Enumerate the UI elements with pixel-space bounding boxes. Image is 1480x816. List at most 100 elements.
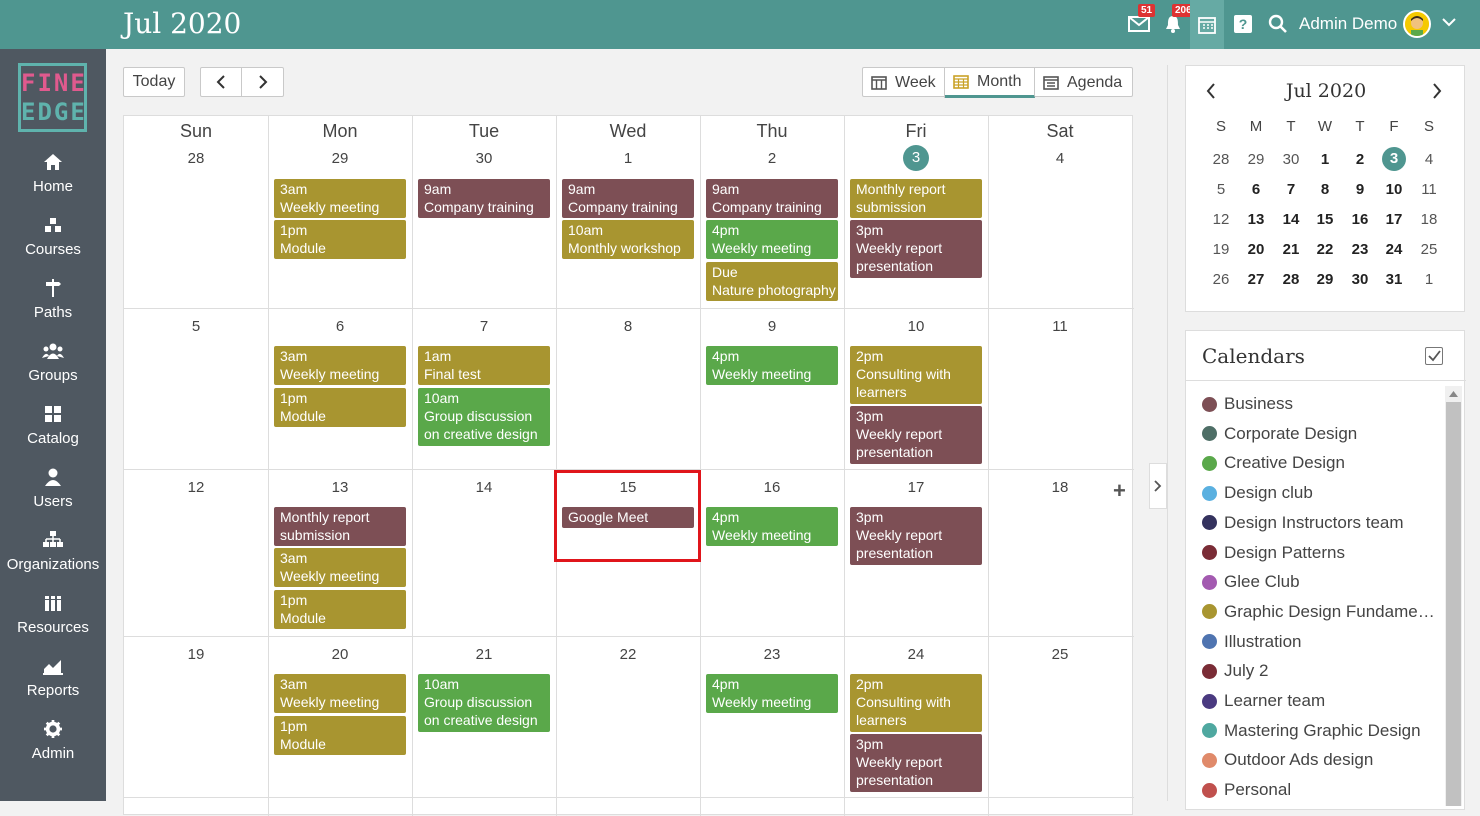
mini-day[interactable]: 24 <box>1377 241 1411 258</box>
day-number[interactable]: 12 <box>124 479 268 496</box>
calendar-event[interactable]: 1am Final test <box>418 346 550 385</box>
nav-item-reports[interactable]: Reports <box>0 657 106 717</box>
logo[interactable]: FINE EDGE <box>18 63 87 132</box>
mini-next-button[interactable] <box>1432 83 1442 104</box>
calendar-event[interactable]: 10am Group discussion on creative design <box>418 388 550 446</box>
calendar-list-item[interactable]: Creative Design <box>1202 451 1442 475</box>
mini-day[interactable]: 20 <box>1239 241 1273 258</box>
calendar-event[interactable]: Monthly report submission <box>274 507 406 546</box>
day-number[interactable]: 23 <box>700 646 844 663</box>
day-number[interactable]: 21 <box>412 646 556 663</box>
mini-day[interactable]: 12 <box>1204 211 1238 228</box>
mini-day[interactable]: 14 <box>1274 211 1308 228</box>
next-button[interactable] <box>242 68 283 96</box>
mini-day[interactable]: 29 <box>1308 271 1342 288</box>
mini-day[interactable]: 16 <box>1343 211 1377 228</box>
calendar-event[interactable]: 3am Weekly meeting <box>274 179 406 218</box>
select-all-checkbox[interactable] <box>1425 347 1443 365</box>
calendar-event[interactable]: 1pm Module <box>274 220 406 259</box>
prev-button[interactable] <box>201 68 243 96</box>
day-number[interactable]: 2 <box>700 150 844 167</box>
day-number[interactable]: 13 <box>268 479 412 496</box>
mini-day[interactable]: 4 <box>1412 151 1446 168</box>
calendar-list-item[interactable]: Business <box>1202 392 1442 416</box>
day-number[interactable]: 29 <box>268 150 412 167</box>
mini-day[interactable]: 11 <box>1412 181 1446 198</box>
week-view-button[interactable]: Week <box>863 68 945 98</box>
day-number[interactable]: 1 <box>556 150 700 167</box>
calendar-list-item[interactable]: Design Instructors team <box>1202 511 1442 535</box>
mini-day[interactable]: 25 <box>1412 241 1446 258</box>
calendar-button[interactable] <box>1190 0 1224 49</box>
day-number[interactable]: 19 <box>124 646 268 663</box>
nav-item-groups[interactable]: Groups <box>0 342 106 402</box>
mini-day[interactable]: 30 <box>1343 271 1377 288</box>
calendar-event[interactable]: 3am Weekly meeting <box>274 674 406 713</box>
calendar-event[interactable]: 4pm Weekly meeting <box>706 220 838 259</box>
calendar-list-item[interactable]: Graphic Design Fundame… <box>1202 600 1442 624</box>
nav-item-home[interactable]: Home <box>0 153 106 213</box>
calendar-list-item[interactable]: Learner team <box>1202 689 1442 713</box>
day-number[interactable]: 5 <box>124 318 268 335</box>
day-number[interactable]: 28 <box>124 150 268 167</box>
mini-day[interactable]: 2 <box>1343 151 1377 168</box>
day-number[interactable]: 10 <box>844 318 988 335</box>
calendar-event[interactable]: 3pm Weekly report presentation <box>850 220 982 278</box>
calendar-event[interactable]: 9am Company training <box>418 179 550 218</box>
mini-day[interactable]: 22 <box>1308 241 1342 258</box>
calendar-event[interactable]: 10am Group discussion on creative design <box>418 674 550 732</box>
nav-item-admin[interactable]: Admin <box>0 720 106 780</box>
user-name[interactable]: Admin Demo <box>1299 14 1397 34</box>
day-number[interactable]: 8 <box>556 318 700 335</box>
mini-day[interactable]: 29 <box>1239 151 1273 168</box>
day-number[interactable]: 25 <box>988 646 1132 663</box>
mini-day[interactable]: 1 <box>1308 151 1342 168</box>
calendar-event[interactable]: 4pm Weekly meeting <box>706 507 838 546</box>
nav-item-catalog[interactable]: Catalog <box>0 405 106 465</box>
mini-day[interactable]: 10 <box>1377 181 1411 198</box>
mail-button[interactable]: 51 <box>1126 4 1156 38</box>
mini-day[interactable]: 1 <box>1412 271 1446 288</box>
add-event-button[interactable]: + <box>1113 478 1126 504</box>
calendar-event[interactable]: 3pm Weekly report presentation <box>850 406 982 464</box>
calendar-list-item[interactable]: July 2 <box>1202 659 1442 683</box>
scrollbar[interactable] <box>1445 386 1462 806</box>
mini-day[interactable]: 26 <box>1204 271 1238 288</box>
day-number[interactable]: 14 <box>412 479 556 496</box>
chevron-down-icon[interactable] <box>1441 14 1457 35</box>
calendar-event[interactable]: Monthly report submission <box>850 179 982 218</box>
calendar-event[interactable]: 9am Company training <box>562 179 694 218</box>
mini-day[interactable]: 7 <box>1274 181 1308 198</box>
calendar-event[interactable]: 2pm Consulting with learners <box>850 674 982 732</box>
mini-day[interactable]: 17 <box>1377 211 1411 228</box>
nav-item-resources[interactable]: Resources <box>0 594 106 654</box>
help-button[interactable]: ? <box>1230 10 1256 38</box>
day-number[interactable]: 9 <box>700 318 844 335</box>
mini-day[interactable]: 27 <box>1239 271 1273 288</box>
day-number[interactable]: 6 <box>268 318 412 335</box>
calendar-list-item[interactable]: Design Patterns <box>1202 541 1442 565</box>
day-number[interactable]: 7 <box>412 318 556 335</box>
mini-day[interactable]: 30 <box>1274 151 1308 168</box>
mini-day[interactable]: 28 <box>1204 151 1238 168</box>
calendar-event[interactable]: 3am Weekly meeting <box>274 346 406 385</box>
avatar[interactable] <box>1403 10 1431 38</box>
calendar-event[interactable]: 3am Weekly meeting <box>274 548 406 587</box>
calendar-event[interactable]: 2pm Consulting with learners <box>850 346 982 404</box>
mini-day[interactable]: 18 <box>1412 211 1446 228</box>
calendar-event[interactable]: 9am Company training <box>706 179 838 218</box>
day-number[interactable]: 11 <box>988 318 1132 335</box>
day-number[interactable]: 4 <box>988 150 1132 167</box>
day-number[interactable]: 20 <box>268 646 412 663</box>
mini-day[interactable]: 31 <box>1377 271 1411 288</box>
calendar-event[interactable]: 1pm Module <box>274 388 406 427</box>
calendar-list-item[interactable]: Personal <box>1202 778 1442 802</box>
calendar-event[interactable]: 4pm Weekly meeting <box>706 346 838 385</box>
month-view-button[interactable]: Month <box>945 68 1035 98</box>
day-number[interactable]: 24 <box>844 646 988 663</box>
day-number[interactable]: 16 <box>700 479 844 496</box>
nav-item-organizations[interactable]: Organizations <box>0 531 106 591</box>
day-number[interactable]: 30 <box>412 150 556 167</box>
mini-day[interactable]: 19 <box>1204 241 1238 258</box>
mini-day[interactable]: 6 <box>1239 181 1273 198</box>
